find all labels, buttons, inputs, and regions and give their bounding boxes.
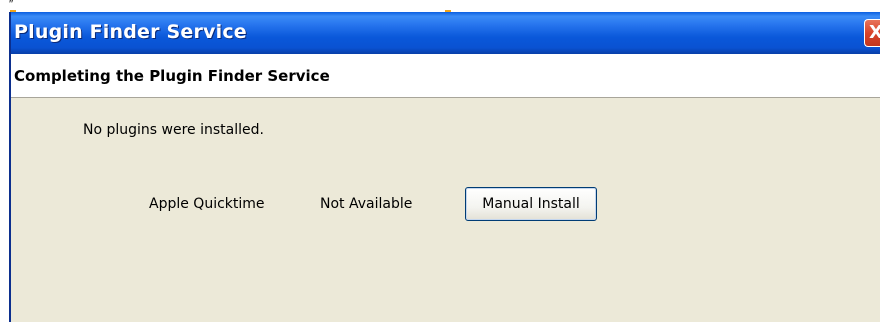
window-title: Plugin Finder Service [14, 21, 247, 43]
status-message: No plugins were installed. [83, 122, 264, 138]
close-icon: X [869, 22, 880, 43]
page-title: Completing the Plugin Finder Service [14, 67, 330, 85]
title-bar[interactable]: Plugin Finder Service X [11, 12, 880, 54]
wizard-header: Completing the Plugin Finder Service [11, 54, 880, 98]
plugin-name: Apple Quicktime [149, 196, 265, 212]
plugin-finder-window: Plugin Finder Service X Completing the P… [9, 12, 880, 322]
plugin-status: Not Available [320, 196, 413, 212]
text-cursor-mark: ″ [9, 0, 14, 11]
close-button[interactable]: X [864, 19, 880, 47]
wizard-content: No plugins were installed. Apple Quickti… [11, 98, 880, 322]
manual-install-button[interactable]: Manual Install [465, 187, 597, 221]
